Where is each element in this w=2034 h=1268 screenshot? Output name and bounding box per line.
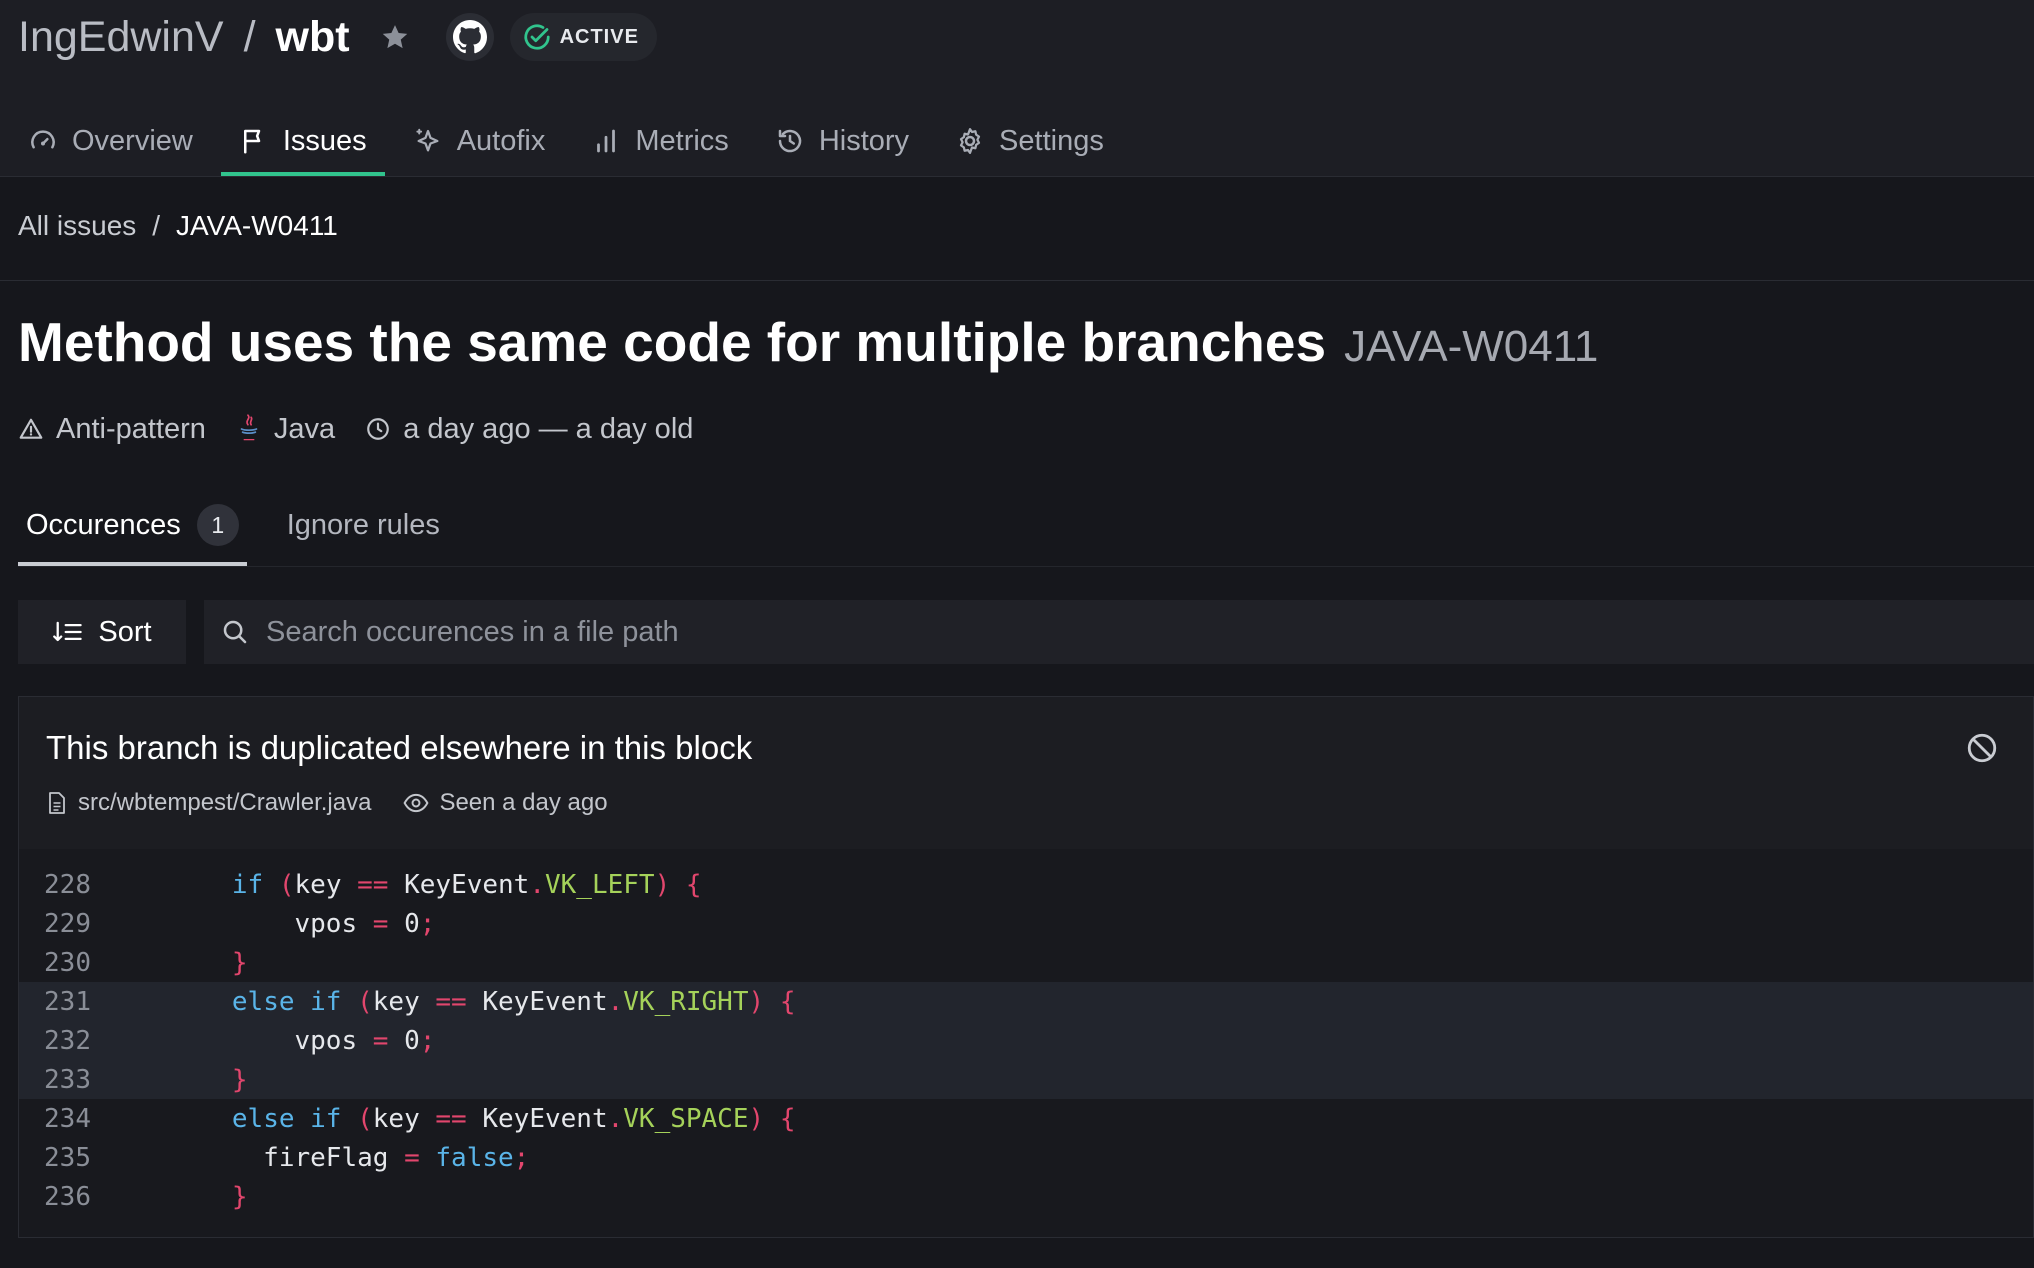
gear-icon xyxy=(959,128,981,154)
issue-language: Java xyxy=(236,412,335,446)
code-text: if (key == KeyEvent.VK_LEFT) { xyxy=(231,869,702,900)
eye-icon xyxy=(403,793,429,813)
occurrence-card: This branch is duplicated elsewhere in t… xyxy=(18,696,2034,1238)
code-text: vpos = 0; xyxy=(91,908,436,939)
check-circle-icon xyxy=(523,24,550,50)
repo-separator: / xyxy=(243,12,256,61)
issue-age-label: a day ago — a day old xyxy=(403,412,694,445)
issue-age: a day ago — a day old xyxy=(365,413,693,446)
code-line: 230 } xyxy=(19,943,2033,982)
code-text: else if (key == KeyEvent.VK_RIGHT) { xyxy=(231,986,796,1017)
code-line: 236 } xyxy=(19,1177,2033,1216)
sort-button[interactable]: Sort xyxy=(18,600,186,664)
occurrences-count-badge: 1 xyxy=(196,504,239,546)
line-number: 231 xyxy=(44,986,91,1017)
divider xyxy=(0,280,2034,281)
occurrence-meta: src/wbtempest/Crawler.java Seen a day ag… xyxy=(46,789,640,817)
line-number: 235 xyxy=(44,1142,91,1173)
code-snippet: 228 if (key == KeyEvent.VK_LEFT) { 229 v… xyxy=(19,849,2033,1237)
occurrence-file[interactable]: src/wbtempest/Crawler.java xyxy=(46,789,371,817)
tab-ignore-rules-label: Ignore rules xyxy=(286,508,440,541)
tab-metrics-label: Metrics xyxy=(635,124,729,157)
repo-title-bar: IngEdwinV / wbt ACTIVE xyxy=(18,10,657,64)
divider xyxy=(18,566,2034,567)
tab-settings[interactable]: Settings xyxy=(937,106,1122,176)
code-text: } xyxy=(231,1181,248,1212)
tab-ignore-rules[interactable]: Ignore rules xyxy=(279,484,448,566)
search-icon xyxy=(220,617,250,647)
tab-issues[interactable]: Issues xyxy=(220,106,385,176)
repo-header: IngEdwinV / wbt ACTIVE Overview Issues A… xyxy=(0,0,2034,177)
code-text: } xyxy=(231,1064,248,1095)
issue-title: Method uses the same code for multiple b… xyxy=(18,311,1327,373)
code-text: else if (key == KeyEvent.VK_SPACE) { xyxy=(231,1103,796,1134)
occurrence-message: This branch is duplicated elsewhere in t… xyxy=(46,729,753,766)
occurrence-header: This branch is duplicated elsewhere in t… xyxy=(19,697,2033,849)
flag-icon xyxy=(243,129,261,154)
line-number: 236 xyxy=(44,1181,91,1212)
line-number: 228 xyxy=(44,869,91,900)
issue-meta: Anti-pattern Java a day ago — a day old xyxy=(18,412,723,446)
java-logo-icon xyxy=(240,414,258,441)
warning-triangle-icon xyxy=(19,418,43,439)
breadcrumb-all-issues-link[interactable]: All issues xyxy=(18,210,136,242)
gauge-icon xyxy=(31,130,55,149)
github-icon[interactable] xyxy=(445,13,494,61)
ignore-occurrence-icon[interactable] xyxy=(1965,731,1999,765)
sort-button-label: Sort xyxy=(98,615,152,648)
sparkle-icon xyxy=(416,128,439,152)
code-line: 235 fireFlag = false; xyxy=(19,1138,2033,1177)
code-text: } xyxy=(231,947,248,978)
code-line-highlighted: 233 } xyxy=(19,1060,2033,1099)
clock-icon xyxy=(367,418,390,440)
code-line-highlighted: 232 vpos = 0; xyxy=(19,1021,2033,1060)
tab-occurrences[interactable]: Occurences 1 xyxy=(18,484,247,566)
tab-history-label: History xyxy=(818,124,910,157)
tab-settings-label: Settings xyxy=(999,124,1104,157)
history-icon xyxy=(778,129,802,153)
status-badge: ACTIVE xyxy=(509,13,657,61)
code-line: 229 vpos = 0; xyxy=(19,904,2033,943)
tab-overview[interactable]: Overview xyxy=(10,106,211,176)
repo-nav-tabs: Overview Issues Autofix Metrics History … xyxy=(10,106,1132,176)
star-icon[interactable] xyxy=(378,20,412,54)
occurrence-seen: Seen a day ago xyxy=(403,789,608,817)
line-number: 232 xyxy=(44,1025,91,1056)
line-number: 233 xyxy=(44,1064,91,1095)
tab-issues-label: Issues xyxy=(282,124,367,157)
search-input[interactable] xyxy=(266,615,2034,649)
issue-subtabs: Occurences 1 Ignore rules xyxy=(18,484,480,566)
line-number: 234 xyxy=(44,1103,91,1134)
status-badge-label: ACTIVE xyxy=(559,25,639,48)
line-number: 230 xyxy=(44,947,91,978)
tab-overview-label: Overview xyxy=(72,124,193,157)
code-line-highlighted: 231 else if (key == KeyEvent.VK_RIGHT) { xyxy=(19,982,2033,1021)
repo-name-link[interactable]: wbt xyxy=(276,13,350,62)
sort-icon xyxy=(53,621,83,642)
tab-history[interactable]: History xyxy=(757,106,927,176)
issue-category-label: Anti-pattern xyxy=(56,412,206,445)
breadcrumb-separator: / xyxy=(152,210,161,241)
code-text: vpos = 0; xyxy=(91,1025,436,1056)
occurrence-seen-label: Seen a day ago xyxy=(439,789,608,816)
issue-code: JAVA-W0411 xyxy=(1344,322,1599,371)
code-line: 234 else if (key == KeyEvent.VK_SPACE) { xyxy=(19,1099,2033,1138)
breadcrumb-current: JAVA-W0411 xyxy=(176,210,338,241)
code-text: fireFlag = false; xyxy=(91,1142,530,1173)
repo-owner-link[interactable]: IngEdwinV xyxy=(18,13,224,62)
occurrence-file-path: src/wbtempest/Crawler.java xyxy=(78,789,372,816)
issue-language-label: Java xyxy=(273,412,336,445)
bar-chart-icon xyxy=(597,129,616,153)
file-icon xyxy=(49,792,65,814)
tab-metrics[interactable]: Metrics xyxy=(573,106,746,176)
issue-title-block: Method uses the same code for multiple b… xyxy=(18,310,1598,374)
tab-autofix[interactable]: Autofix xyxy=(395,106,564,176)
line-number: 229 xyxy=(44,908,91,939)
breadcrumb: All issues / JAVA-W0411 xyxy=(18,210,338,242)
issue-category: Anti-pattern xyxy=(18,413,206,446)
code-line: 228 if (key == KeyEvent.VK_LEFT) { xyxy=(19,865,2033,904)
tab-occurrences-label: Occurences xyxy=(26,508,181,541)
occurrence-search[interactable] xyxy=(204,600,2034,664)
tab-autofix-label: Autofix xyxy=(456,124,546,157)
